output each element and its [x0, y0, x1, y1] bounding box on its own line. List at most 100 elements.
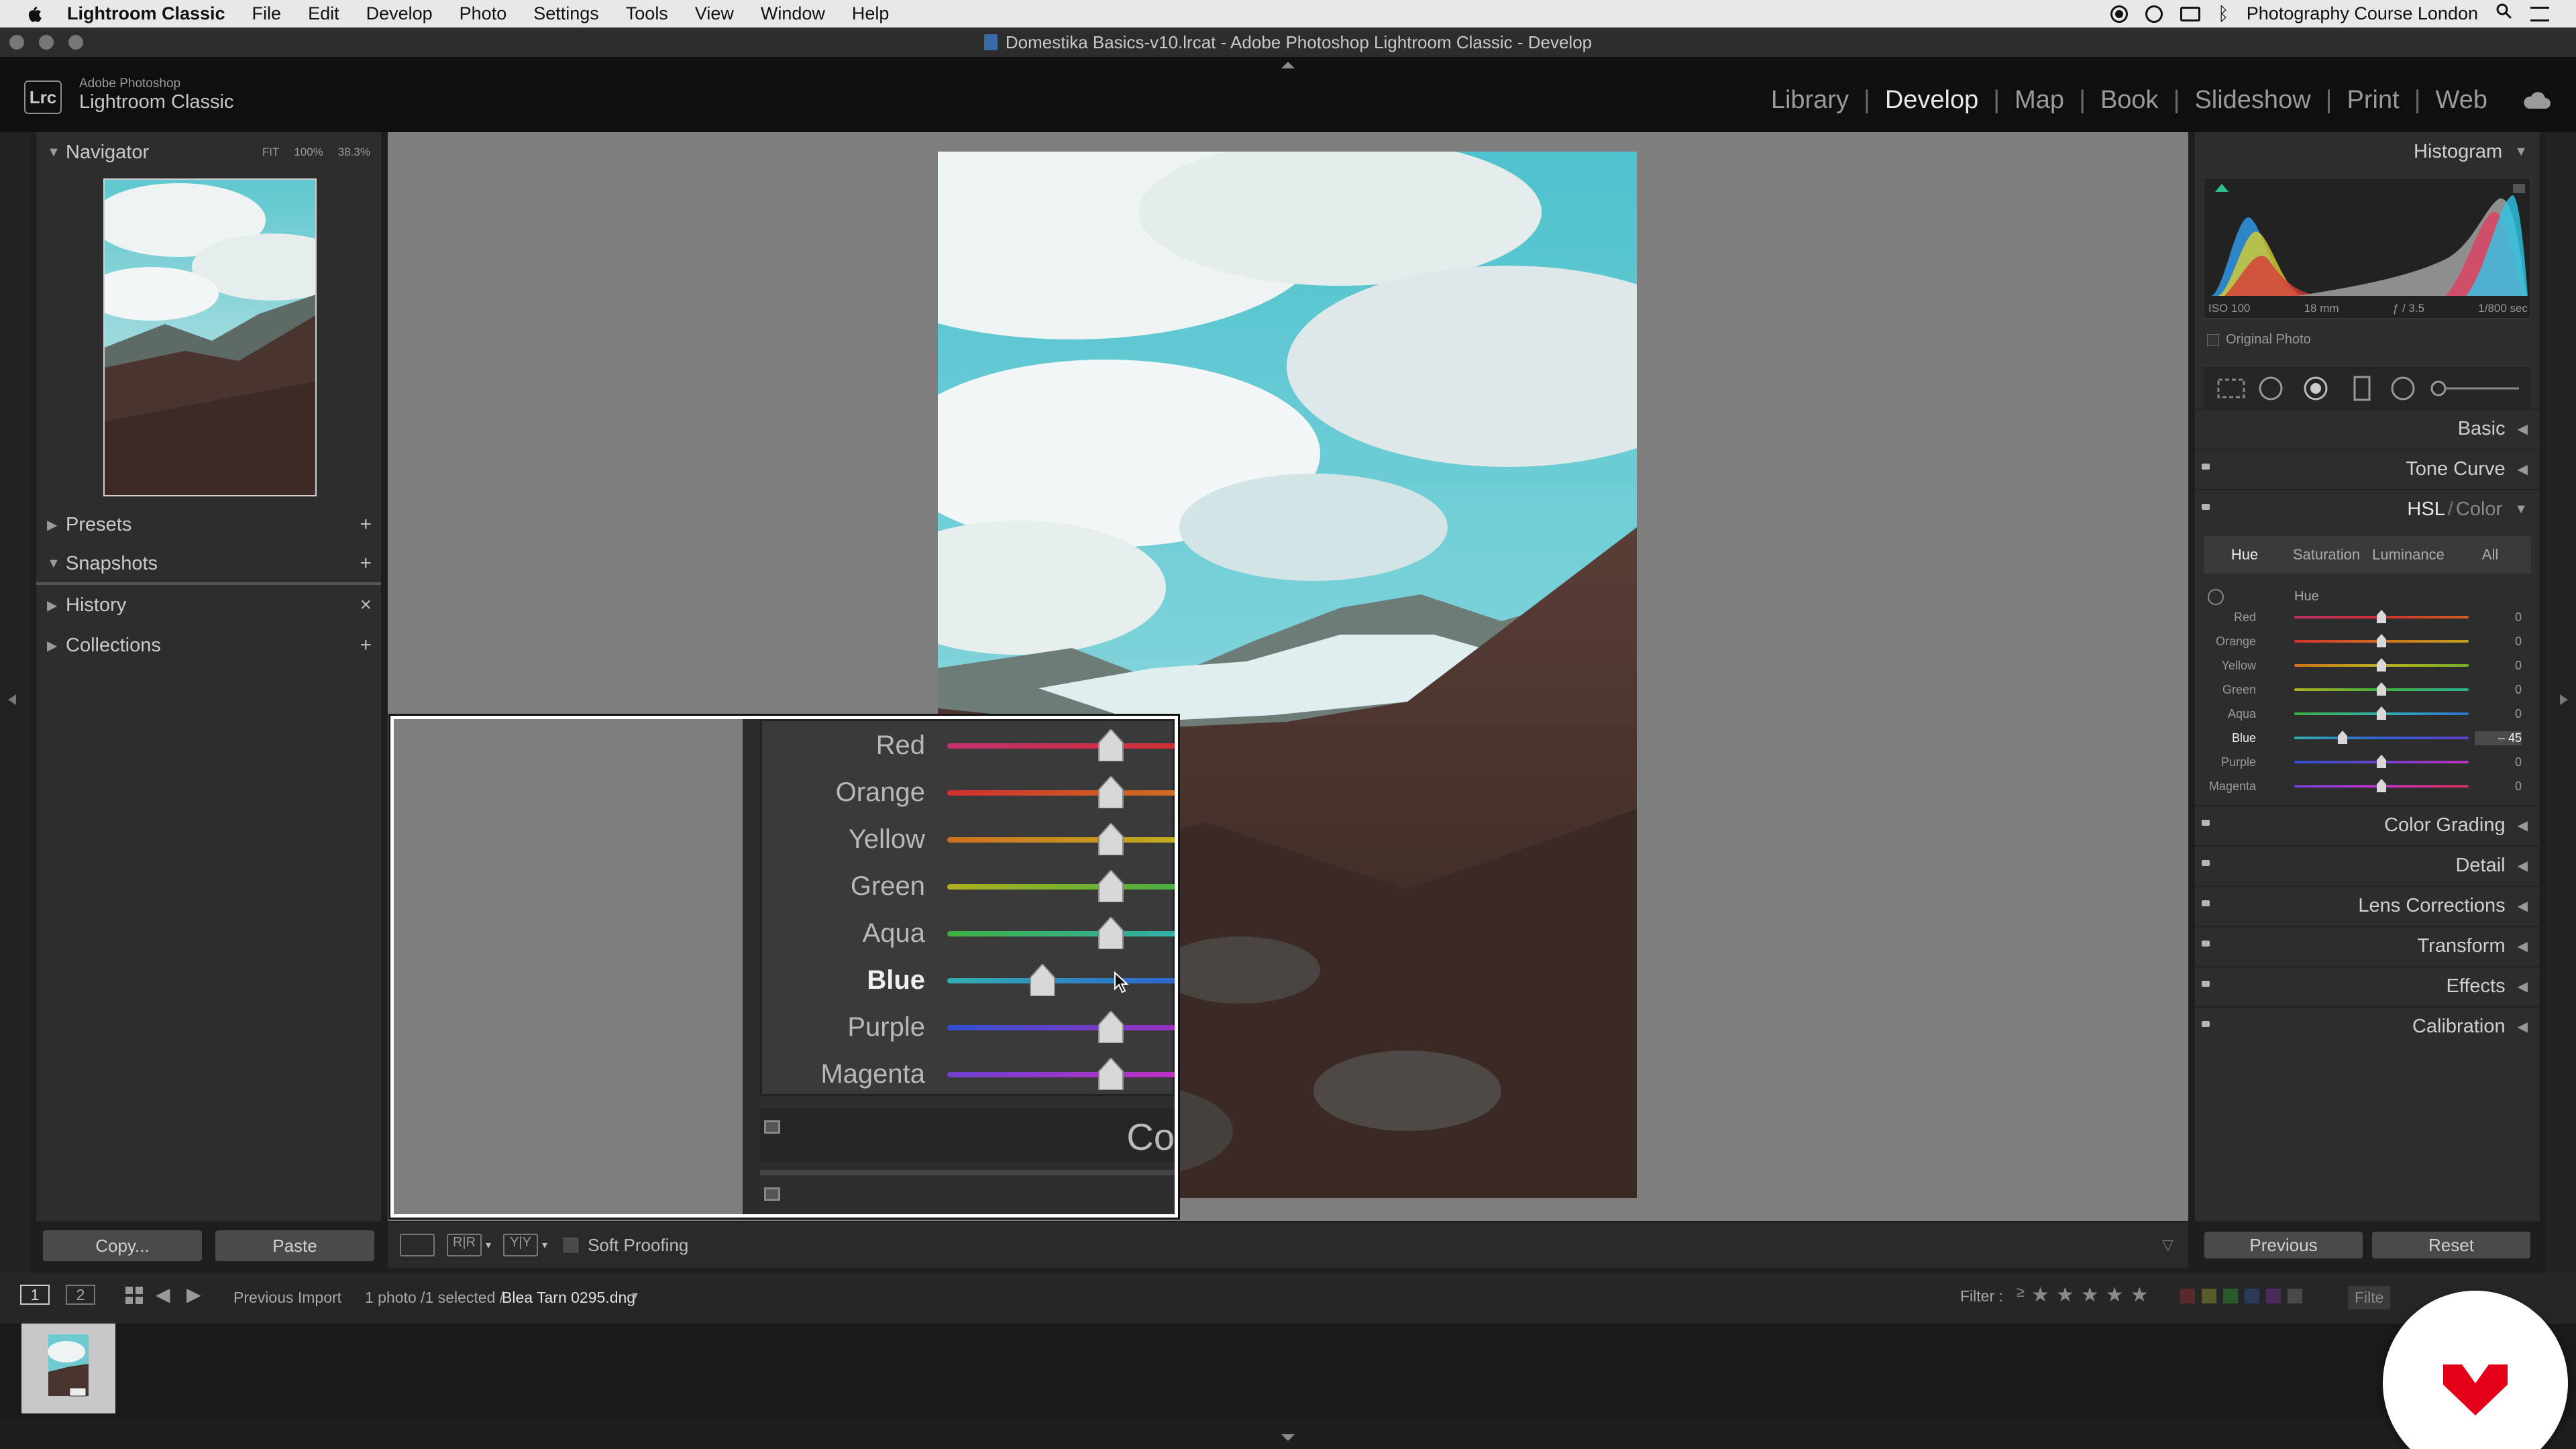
spotlight-search-icon[interactable] [2496, 3, 2513, 25]
zoom-section-switch[interactable] [764, 1187, 780, 1201]
hue-slider-purple[interactable]: Purple 0 [2204, 750, 2531, 774]
section-switch[interactable] [2202, 900, 2210, 906]
hue-slider-value[interactable]: 0 [2475, 707, 2522, 721]
zoom-slider-knob[interactable] [1097, 775, 1124, 809]
hue-slider-value[interactable]: 0 [2475, 659, 2522, 673]
color-grading-header[interactable]: Color Grading ◀ [2195, 805, 2540, 844]
color-label-filter[interactable] [2180, 1289, 2302, 1303]
page-1-button[interactable]: 1 [20, 1285, 50, 1305]
right-panel-edge[interactable] [2546, 132, 2576, 1273]
menu-file[interactable]: File [239, 0, 295, 28]
dropdown-arrow-icon[interactable]: ▾ [542, 1238, 547, 1252]
hue-slider-red[interactable]: Red 0 [2204, 605, 2531, 629]
navigator-fit[interactable]: FIT [262, 146, 280, 159]
spot-removal-icon[interactable] [2259, 376, 2283, 400]
tab-saturation[interactable]: Saturation [2286, 546, 2367, 564]
red-label-swatch[interactable] [2180, 1289, 2195, 1303]
control-center-icon[interactable] [2530, 6, 2549, 21]
blue-label-swatch[interactable] [2245, 1289, 2259, 1303]
section-switch[interactable] [2202, 820, 2210, 826]
bluetooth-icon[interactable]: ᛒ [2218, 3, 2229, 25]
copy-button[interactable]: Copy... [43, 1230, 202, 1261]
close-window-icon[interactable] [9, 35, 24, 50]
hue-slider-value[interactable]: 0 [2475, 683, 2522, 697]
zoom-section-switch[interactable] [764, 1120, 780, 1134]
menu-photo[interactable]: Photo [446, 0, 521, 28]
section-switch[interactable] [2202, 981, 2210, 987]
lens-corrections-header[interactable]: Lens Corrections ◀ [2195, 885, 2540, 924]
menubar-user-label[interactable]: Photography Course London [2247, 3, 2478, 24]
zoom-slider-knob[interactable] [1097, 728, 1124, 762]
left-panel-edge[interactable] [0, 132, 30, 1273]
star-icon[interactable]: ★ [2056, 1283, 2074, 1307]
section-switch[interactable] [2202, 941, 2210, 947]
zoom-slider-yellow[interactable]: Yellow [762, 816, 1175, 862]
minimize-window-icon[interactable] [39, 35, 54, 50]
menu-settings[interactable]: Settings [520, 0, 612, 28]
menu-view[interactable]: View [682, 0, 747, 28]
zoom-slider-track[interactable] [947, 884, 1175, 890]
soft-proofing-checkbox[interactable] [564, 1238, 579, 1252]
yellow-label-swatch[interactable] [2202, 1289, 2216, 1303]
gray-label-swatch[interactable] [2288, 1289, 2302, 1303]
menu-window[interactable]: Window [747, 0, 839, 28]
before-after-swap-button[interactable]: Y|Y [503, 1234, 539, 1256]
module-book[interactable]: Book [2086, 86, 2174, 115]
module-print[interactable]: Print [2332, 86, 2414, 115]
grid-view-icon[interactable] [125, 1286, 144, 1305]
module-map[interactable]: Map [2000, 86, 2079, 115]
target-adjustment-icon[interactable] [2208, 589, 2224, 605]
tab-all[interactable]: All [2449, 546, 2531, 564]
module-develop[interactable]: Develop [1870, 86, 1993, 115]
screen-icon[interactable] [2180, 6, 2200, 21]
clear-history-icon[interactable]: × [360, 594, 372, 616]
apple-icon[interactable] [13, 0, 54, 28]
star-icon[interactable]: ★ [2131, 1283, 2149, 1307]
zoom-slider-knob[interactable] [1097, 1010, 1124, 1044]
add-preset-icon[interactable]: + [360, 513, 372, 536]
hue-slider-knob[interactable] [2377, 634, 2386, 647]
star-icon[interactable]: ★ [2081, 1283, 2099, 1307]
navigator-custom[interactable]: 38.3% [338, 146, 370, 159]
hue-slider-knob[interactable] [2377, 658, 2386, 672]
cloud-sync-icon[interactable] [2521, 90, 2552, 113]
before-after-button[interactable]: R|R [447, 1234, 482, 1256]
filmstrip-thumbnail[interactable] [21, 1324, 115, 1413]
tab-hue[interactable]: Hue [2204, 546, 2286, 564]
hue-slider-knob[interactable] [2377, 779, 2386, 792]
zoom-slider-magenta[interactable]: Magenta [762, 1051, 1175, 1097]
hue-slider-value[interactable]: – 45 [2475, 731, 2522, 745]
hue-slider-knob[interactable] [2337, 731, 2347, 744]
radial-filter-icon[interactable] [2391, 376, 2415, 400]
histogram-header[interactable]: Histogram ▼ [2195, 132, 2540, 171]
section-switch[interactable] [2202, 860, 2210, 866]
dropdown-arrow-icon[interactable]: ▾ [486, 1238, 491, 1252]
hue-slider-value[interactable]: 0 [2475, 610, 2522, 625]
zoom-slider-knob[interactable] [1097, 1057, 1124, 1091]
zoom-slider-knob[interactable] [1097, 822, 1124, 856]
section-switch[interactable] [2202, 504, 2210, 510]
hue-slider-track[interactable] [2294, 737, 2469, 739]
paste-button[interactable]: Paste [215, 1230, 374, 1261]
crop-tool-icon[interactable] [2217, 378, 2245, 398]
original-photo-checkbox[interactable] [2207, 333, 2219, 346]
filename-dropdown-icon[interactable]: ▾ [632, 1289, 638, 1303]
hue-slider-knob[interactable] [2377, 610, 2386, 623]
add-snapshot-icon[interactable]: + [360, 552, 372, 575]
zoom-slider-track[interactable] [947, 931, 1175, 936]
tab-luminance[interactable]: Luminance [2367, 546, 2449, 564]
zoom-slider-purple[interactable]: Purple [762, 1004, 1175, 1050]
creative-cloud-icon[interactable] [2145, 5, 2163, 23]
zoom-slider-track[interactable] [947, 1072, 1175, 1077]
toolbar-menu-icon[interactable]: ▽ [2162, 1236, 2174, 1254]
hue-slider-value[interactable]: 0 [2475, 755, 2522, 769]
star-icon[interactable]: ★ [2106, 1283, 2124, 1307]
forward-arrow-icon[interactable]: ▶ [186, 1283, 201, 1305]
zoom-slider-knob[interactable] [1097, 916, 1124, 950]
rating-filter[interactable]: ≥ ★ ★ ★ ★ ★ [2017, 1283, 2149, 1307]
hue-slider-value[interactable]: 0 [2475, 635, 2522, 649]
purple-label-swatch[interactable] [2266, 1289, 2281, 1303]
hue-slider-knob[interactable] [2377, 682, 2386, 696]
navigator-100[interactable]: 100% [294, 146, 323, 159]
page-2-button[interactable]: 2 [66, 1285, 95, 1305]
